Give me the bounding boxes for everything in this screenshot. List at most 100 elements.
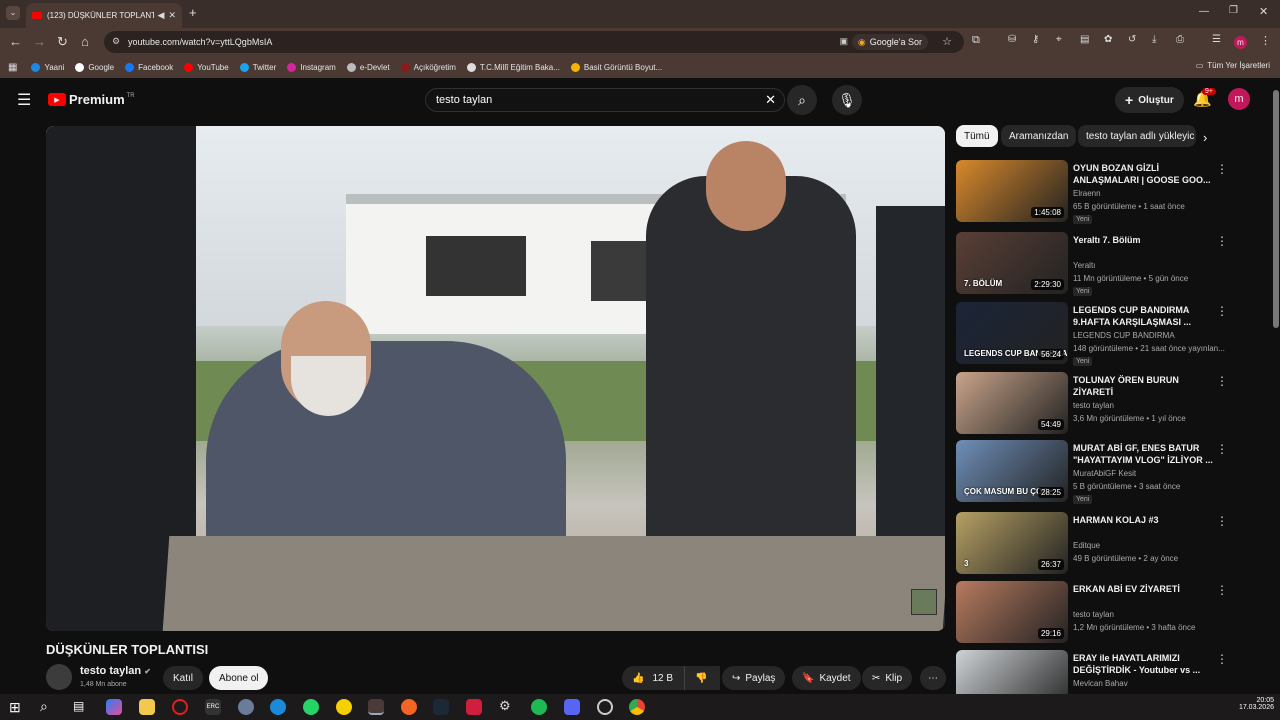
recommendation-title[interactable]: OYUN BOZAN GİZLİ ANLAŞMALARI | GOOSE GOO…: [1073, 162, 1213, 186]
minimize-button[interactable]: —: [1199, 6, 1209, 17]
more-options-icon[interactable]: ⋮: [1216, 374, 1228, 388]
discord-icon[interactable]: [564, 699, 580, 715]
search-icon[interactable]: ⌕: [787, 85, 817, 115]
app-icon-4[interactable]: [401, 699, 417, 715]
bookmark-item[interactable]: e-Devlet: [346, 62, 390, 72]
ask-google-button[interactable]: ◉ Google'a Sor: [851, 34, 928, 50]
microphone-icon[interactable]: 🎙: [832, 85, 862, 115]
chip-all[interactable]: Tümü: [956, 125, 998, 147]
bookmark-item[interactable]: Google: [75, 62, 114, 72]
clear-search-icon[interactable]: ✕: [765, 92, 776, 108]
tab-search-button[interactable]: ⌄: [6, 6, 20, 20]
recommendation-thumbnail[interactable]: 7. BÖLÜM 2:29:30: [956, 232, 1068, 294]
recommendation-thumbnail[interactable]: 54:49: [956, 372, 1068, 434]
channel-watermark[interactable]: [911, 589, 937, 615]
account-avatar[interactable]: m: [1228, 88, 1250, 110]
more-options-icon[interactable]: ⋮: [1216, 652, 1228, 666]
extensions-icon[interactable]: ⧉: [972, 34, 980, 47]
recommendation-thumbnail[interactable]: LEGENDS CUP BANDIRMA 56:24: [956, 302, 1068, 364]
bookmark-star-icon[interactable]: ☆: [942, 35, 952, 48]
tab-close-icon[interactable]: ✕: [168, 10, 176, 21]
whatsapp-icon[interactable]: [303, 699, 319, 715]
video-player[interactable]: [46, 126, 945, 631]
new-tab-button[interactable]: +: [189, 5, 197, 20]
join-button[interactable]: Katıl: [163, 666, 204, 690]
app-icon-5[interactable]: [466, 699, 482, 715]
recommendation-channel[interactable]: MuratAbiGF Kesit: [1073, 469, 1136, 478]
recommendation-title[interactable]: LEGENDS CUP BANDIRMA 9.HAFTA KARŞILAŞMAS…: [1073, 304, 1213, 328]
more-options-icon[interactable]: ⋮: [1216, 234, 1228, 248]
address-bar[interactable]: ⚙ youtube.com/watch?v=yttLQgbMsIA ▣ ◉ Goo…: [104, 31, 964, 53]
recommendation-card[interactable]: 1:45:08 OYUN BOZAN GİZLİ ANLAŞMALARI | GO…: [956, 160, 1276, 224]
recommendation-card[interactable]: 7. BÖLÜM 2:29:30 Yeraltı 7. Bölüm Yeraltı 11…: [956, 232, 1276, 296]
create-button[interactable]: + Oluştur: [1115, 87, 1184, 113]
profile-avatar[interactable]: m: [1234, 36, 1247, 49]
recommendation-channel[interactable]: Elraenn: [1073, 189, 1101, 198]
taskbar-clock[interactable]: 20:05 17.03.2026: [1238, 697, 1274, 711]
browser-tab-active[interactable]: (123) DÜŞKÜNLER TOPLANT ◀︎ ✕: [26, 3, 182, 28]
share-button[interactable]: ↪ Paylaş: [722, 666, 786, 690]
history-icon[interactable]: ↺: [1128, 34, 1136, 45]
youtube-logo[interactable]: ▶ Premium TR: [48, 92, 135, 107]
close-window-button[interactable]: ✕: [1259, 5, 1268, 18]
recommendation-thumbnail[interactable]: ÇOK MASUM BU ÇOC 28:25: [956, 440, 1068, 502]
app-icon-1[interactable]: ERC: [205, 699, 221, 715]
browser-menu-icon[interactable]: ⋮: [1260, 34, 1271, 47]
chip-uploader[interactable]: testo taylan adlı yükleyic: [1078, 125, 1196, 147]
recommendation-card[interactable]: ÇOK MASUM BU ÇOC 28:25 MURAT ABİ GF, ENES …: [956, 440, 1276, 504]
recommendation-thumbnail[interactable]: 29:16: [956, 581, 1068, 643]
bookmark-item[interactable]: Yaani: [31, 62, 64, 72]
task-view-icon[interactable]: ▤: [73, 699, 84, 713]
recommendation-channel[interactable]: testo taylan: [1073, 610, 1114, 619]
more-options-icon[interactable]: ⋮: [1216, 304, 1228, 318]
ext-icon-3[interactable]: ▤: [1080, 34, 1089, 45]
edge-icon[interactable]: [270, 699, 286, 715]
download-icon[interactable]: ⤓: [1152, 34, 1156, 45]
home-icon[interactable]: ⌂: [81, 34, 89, 49]
bookmark-item[interactable]: T.C.Millî Eğitim Baka...: [466, 62, 560, 72]
app-icon-6[interactable]: [597, 699, 613, 715]
recommendation-channel[interactable]: testo taylan: [1073, 401, 1114, 410]
chrome-active-icon[interactable]: [368, 699, 384, 715]
forward-button[interactable]: →: [33, 34, 46, 49]
save-button[interactable]: 🔖 Kaydet: [792, 666, 861, 690]
chrome-icon[interactable]: [629, 699, 645, 715]
recommendation-thumbnail[interactable]: 1:45:08: [956, 160, 1068, 222]
recommendation-channel[interactable]: LEGENDS CUP BANDIRMA: [1073, 331, 1175, 340]
channel-avatar[interactable]: [46, 664, 72, 690]
taskbar-search-icon[interactable]: ⌕: [40, 698, 48, 715]
recommendation-channel[interactable]: Yeraltı: [1073, 261, 1095, 270]
subscribe-button[interactable]: Abone ol: [209, 666, 269, 690]
bookmark-item[interactable]: Açıköğretim: [400, 62, 456, 72]
recommendation-card[interactable]: 3 26:37 HARMAN KOLAJ #3 Editque 49 B görüntü…: [956, 512, 1276, 574]
clip-button[interactable]: ✂ Klip: [862, 666, 913, 690]
bookmark-item[interactable]: YouTube: [184, 62, 229, 72]
recommendation-channel[interactable]: Mevlcan Bahav: [1073, 679, 1128, 688]
location-icon[interactable]: ⌖: [1056, 34, 1062, 45]
file-explorer-icon[interactable]: [139, 699, 155, 715]
more-actions-button[interactable]: ⋯: [920, 666, 946, 690]
dislike-button[interactable]: 👎: [684, 666, 720, 690]
recommendation-card[interactable]: 29:16 ERKAN ABİ EV ZİYARETİ testo taylan 1,…: [956, 581, 1276, 643]
ext-icon-1[interactable]: ⛁: [1008, 34, 1016, 45]
spotify-icon[interactable]: [531, 699, 547, 715]
reload-button[interactable]: ↻: [57, 34, 68, 50]
cast-icon[interactable]: ▣: [839, 36, 848, 47]
maximize-button[interactable]: ❐: [1229, 5, 1238, 16]
reading-list-icon[interactable]: ☰: [1212, 34, 1221, 45]
bookmark-item[interactable]: Facebook: [125, 62, 173, 72]
opera-icon[interactable]: [172, 699, 188, 715]
tab-audio-icon[interactable]: ◀︎: [158, 10, 165, 21]
more-options-icon[interactable]: ⋮: [1216, 442, 1228, 456]
recommendation-channel[interactable]: Editque: [1073, 541, 1100, 550]
app-icon-3[interactable]: [336, 699, 352, 715]
site-info-icon[interactable]: ⚙: [112, 36, 120, 47]
more-options-icon[interactable]: ⋮: [1216, 514, 1228, 528]
more-options-icon[interactable]: ⋮: [1216, 162, 1228, 176]
more-options-icon[interactable]: ⋮: [1216, 583, 1228, 597]
search-input[interactable]: testo taylan ✕: [425, 88, 785, 112]
recommendation-title[interactable]: Yeraltı 7. Bölüm: [1073, 234, 1213, 258]
windows-start-icon[interactable]: ⊞: [9, 699, 21, 716]
channel-name[interactable]: testo taylan ✔: [80, 665, 151, 677]
recommendation-card[interactable]: LEGENDS CUP BANDIRMA 56:24 LEGENDS CUP BAN…: [956, 302, 1276, 366]
